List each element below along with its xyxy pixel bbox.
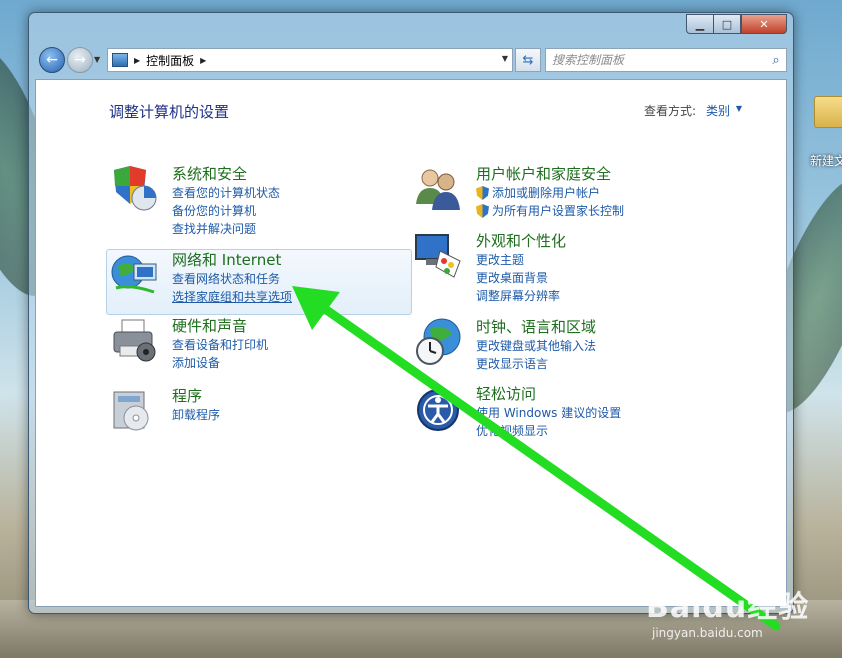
link-label: 为所有用户设置家长控制 [492,204,625,218]
caption-buttons: ▁ □ ✕ [686,14,787,34]
forward-button[interactable]: → [67,47,93,73]
link-windows-recommended-settings[interactable]: 使用 Windows 建议的设置 [476,404,726,422]
search-input[interactable] [546,52,766,68]
recent-pages-dropdown[interactable]: ▼ [94,55,102,64]
link-devices-printers[interactable]: 查看设备和打印机 [172,336,422,354]
users-icon [416,169,460,210]
link-homegroup-sharing[interactable]: 选择家庭组和共享选项 [172,288,422,306]
link-find-fix-problems[interactable]: 查找并解决问题 [172,220,422,238]
folder-icon [814,96,842,128]
navigation-bar: ← → ▼ ▶ 控制面板 ▶ ▼ ⇆ ⌕ [35,45,787,75]
link-add-remove-accounts[interactable]: 添加或删除用户帐户 [476,184,726,202]
view-by-dropdown[interactable]: 类别 [706,102,730,119]
refresh-button[interactable]: ⇆ [515,48,541,72]
category-title[interactable]: 网络和 Internet [172,250,422,270]
monitor-palette-icon [415,234,461,278]
refresh-icon: ⇆ [522,52,534,68]
view-by-label: 查看方式: [643,104,696,118]
maximize-button[interactable]: □ [713,14,741,34]
link-desktop-background[interactable]: 更改桌面背景 [476,269,726,287]
category-title[interactable]: 程序 [172,386,422,406]
link-optimize-video-display[interactable]: 优化视频显示 [476,422,726,440]
uac-shield-icon [476,186,489,200]
link-change-theme[interactable]: 更改主题 [476,251,726,269]
watermark-brand: Baidu经验 [646,590,810,625]
search-icon[interactable]: ⌕ [766,53,786,68]
baidu-watermark: Baidu经验 jingyan.baidu.com [646,582,809,640]
link-parental-controls[interactable]: 为所有用户设置家长控制 [476,202,726,220]
category-title[interactable]: 用户帐户和家庭安全 [476,164,726,184]
category-title[interactable]: 时钟、语言和区域 [476,317,726,337]
desktop-folder-label: 新建文 [809,154,842,168]
link-keyboard-input[interactable]: 更改键盘或其他输入法 [476,337,726,355]
desktop-folder[interactable]: 新建文 [808,96,842,169]
minimize-button[interactable]: ▁ [686,14,713,34]
breadcrumb-arrow-icon[interactable]: ▶ [200,56,206,65]
category-title[interactable]: 硬件和声音 [172,316,422,336]
address-bar[interactable]: ▶ 控制面板 ▶ ▼ [107,48,513,72]
chevron-down-icon[interactable]: ▼ [736,104,742,113]
main-content: 调整计算机的设置 查看方式: 类别 ▼ 系统和安全 查看您的计算机状态 备份您的… [35,79,787,607]
shield-pie-icon [114,166,157,211]
category-title[interactable]: 轻松访问 [476,384,726,404]
control-panel-window: ▁ □ ✕ ← → ▼ ▶ 控制面板 ▶ ▼ ⇆ ⌕ 调整计算机的设置 查看方式… [28,12,794,614]
breadcrumb-control-panel[interactable]: 控制面板 [146,52,194,69]
link-backup-computer[interactable]: 备份您的计算机 [172,202,422,220]
link-add-device[interactable]: 添加设备 [172,354,422,372]
arrow-left-icon: ← [46,52,58,68]
network-globe-icon [111,255,157,294]
watermark-site: jingyan.baidu.com [652,626,763,640]
link-screen-resolution[interactable]: 调整屏幕分辨率 [476,287,726,305]
link-uninstall-program[interactable]: 卸载程序 [172,406,422,424]
back-button[interactable]: ← [39,47,65,73]
link-label: 添加或删除用户帐户 [492,186,601,200]
link-view-computer-status[interactable]: 查看您的计算机状态 [172,184,422,202]
programs-disc-icon [113,391,149,431]
uac-shield-icon [476,204,489,218]
ease-of-access-icon [417,389,459,431]
category-title[interactable]: 系统和安全 [172,164,422,184]
clock-globe-icon [416,318,461,365]
category-title[interactable]: 外观和个性化 [476,231,726,251]
link-display-language[interactable]: 更改显示语言 [476,355,726,373]
breadcrumb-arrow-icon[interactable]: ▶ [134,56,140,65]
page-title: 调整计算机的设置 [109,103,230,121]
search-box: ⌕ [545,48,787,72]
printer-icon [113,319,156,362]
control-panel-icon [112,53,128,67]
close-button[interactable]: ✕ [741,14,787,34]
arrow-right-icon: → [74,52,86,68]
address-dropdown-icon[interactable]: ▼ [502,54,508,63]
link-network-status[interactable]: 查看网络状态和任务 [172,270,422,288]
